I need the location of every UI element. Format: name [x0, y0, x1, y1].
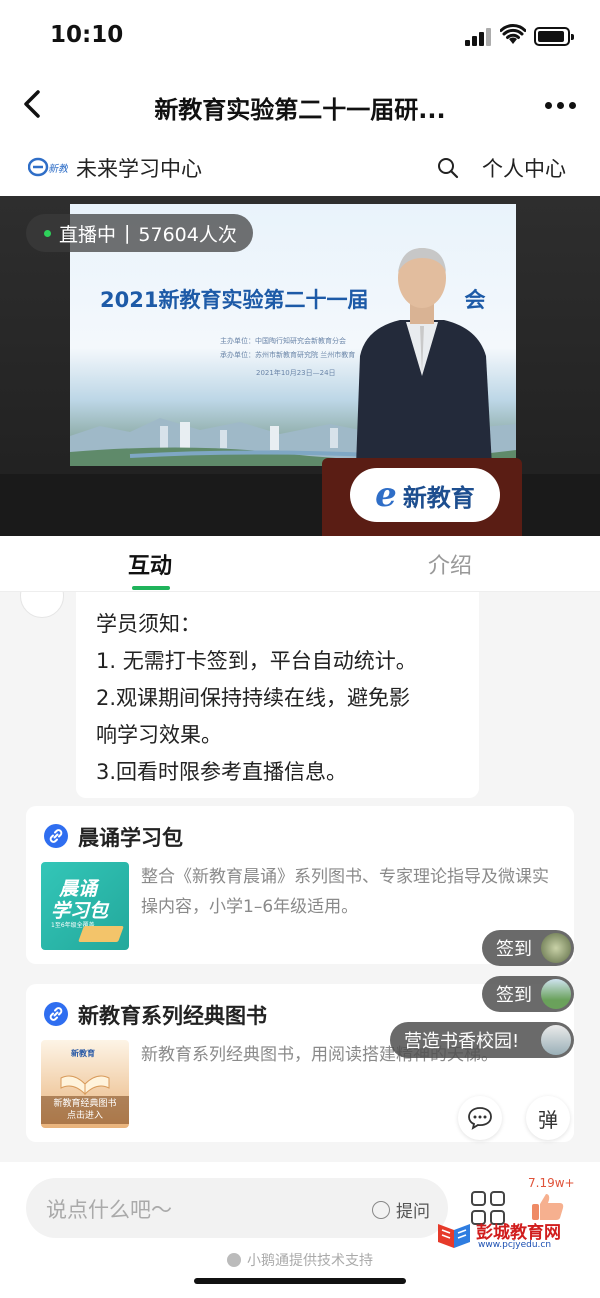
more-options-button[interactable] [545, 102, 576, 109]
chat-area[interactable]: 学员须知： 1. 无需打卡签到，平台自动统计。 2.观课期间保持持续在线，避免影… [0, 592, 600, 1162]
card-title: 新教育系列经典图书 [78, 1004, 267, 1028]
avatar [541, 1025, 571, 1055]
speaker-image [356, 248, 492, 466]
open-book-icon [60, 1075, 110, 1096]
watermark-url: www.pcjyedu.cn [478, 1240, 552, 1250]
tab-introduction[interactable]: 介绍 [428, 548, 472, 580]
avatar [20, 592, 64, 618]
live-label: 直播中 [59, 223, 117, 246]
search-icon[interactable] [437, 157, 459, 179]
signin-notification: 签到 [482, 976, 574, 1012]
live-dot-icon [44, 229, 51, 237]
comment-input[interactable]: 说点什么吧～ 提问 [26, 1178, 448, 1238]
notice-line: 1. 无需打卡签到，平台自动统计。 [96, 649, 417, 673]
card-title: 晨诵学习包 [78, 826, 183, 850]
link-icon [44, 1002, 68, 1026]
live-status-badge: 直播中 | 57604人次 [26, 214, 253, 252]
input-placeholder: 说点什么吧～ [46, 1198, 172, 1222]
svg-text:新教育: 新教育 [48, 163, 68, 175]
status-bar: 10:10 [0, 0, 600, 76]
org-logo-icon: 新教育 [28, 157, 68, 177]
active-tab-indicator [132, 586, 170, 590]
notice-line: 3.回看时限参考直播信息。 [96, 760, 348, 784]
notice-line: 响学习效果。 [96, 723, 222, 747]
message-notification: 营造书香校园! [390, 1022, 574, 1058]
back-button[interactable] [20, 88, 60, 128]
radio-icon [372, 1200, 390, 1219]
chevron-left-icon [24, 90, 40, 118]
podium-logo: e 新教育 [350, 468, 500, 522]
chat-bubble-icon [468, 1107, 492, 1130]
org-name: 未来学习中心 [76, 157, 202, 181]
slide-organizer-line: 主办单位：中国陶行知研究会新教育分会 [220, 337, 346, 345]
barrage-toggle-button[interactable]: 弹 [526, 1096, 570, 1140]
notice-message: 学员须知： 1. 无需打卡签到，平台自动统计。 2.观课期间保持持续在线，避免影… [76, 592, 479, 798]
watermark-book-logo [438, 1224, 470, 1248]
org-header: 新教育 未来学习中心 个人中心 [0, 140, 600, 196]
powered-by-text: 小鹅通提供技术支持 [0, 1250, 600, 1270]
podium: e 新教育 [322, 458, 522, 536]
navigation-bar: 新教育实验第二十一届研... [0, 76, 600, 140]
slide-date-line: 2021年10月23日—24日 [256, 369, 336, 377]
status-time: 10:10 [50, 22, 124, 48]
avatar [541, 979, 571, 1009]
wifi-icon [500, 24, 526, 44]
more-dots-icon [545, 102, 552, 109]
slide-host-line: 承办单位：苏州市新教育研究院 兰州市教育 [220, 351, 356, 359]
like-count: 7.19w+ [528, 1176, 575, 1190]
book-icon [78, 926, 124, 942]
tab-interaction[interactable]: 互动 [128, 548, 172, 580]
bottom-bar: 说点什么吧～ 提问 7.19w+ 彭城教育网 www.pcjyedu.cn 小鹅… [0, 1162, 600, 1298]
personal-center-link[interactable]: 个人中心 [482, 153, 566, 183]
ask-question-toggle[interactable]: 提问 [372, 1197, 430, 1222]
provider-logo-icon [227, 1253, 241, 1267]
card-thumbnail: 新教育 新教育经典图书 点击进入 [41, 1040, 129, 1128]
card-description: 整合《新教育晨诵》系列图书、专家理论指导及微课实操内容，小学1–6年级适用。 [141, 867, 549, 917]
battery-icon [534, 27, 574, 46]
avatar [541, 933, 571, 963]
live-video-player[interactable]: 2021新教育实验第二十一届会 主办单位：中国陶行知研究会新教育分会 承办单位：… [0, 196, 600, 536]
home-indicator [194, 1278, 406, 1284]
notice-line: 学员须知： [96, 612, 201, 636]
viewer-count: 57604人次 [138, 223, 237, 246]
comment-button[interactable] [458, 1096, 502, 1140]
notice-line: 2.观课期间保持持续在线，避免影 [96, 686, 411, 710]
card-thumbnail: 晨诵 学习包 1至6年级全覆盖 [41, 862, 129, 950]
link-icon [44, 824, 68, 848]
cellular-signal-icon [465, 28, 493, 46]
page-title: 新教育实验第二十一届研... [154, 96, 446, 124]
tab-bar: 互动 介绍 [0, 536, 600, 592]
signin-notification: 签到 [482, 930, 574, 966]
